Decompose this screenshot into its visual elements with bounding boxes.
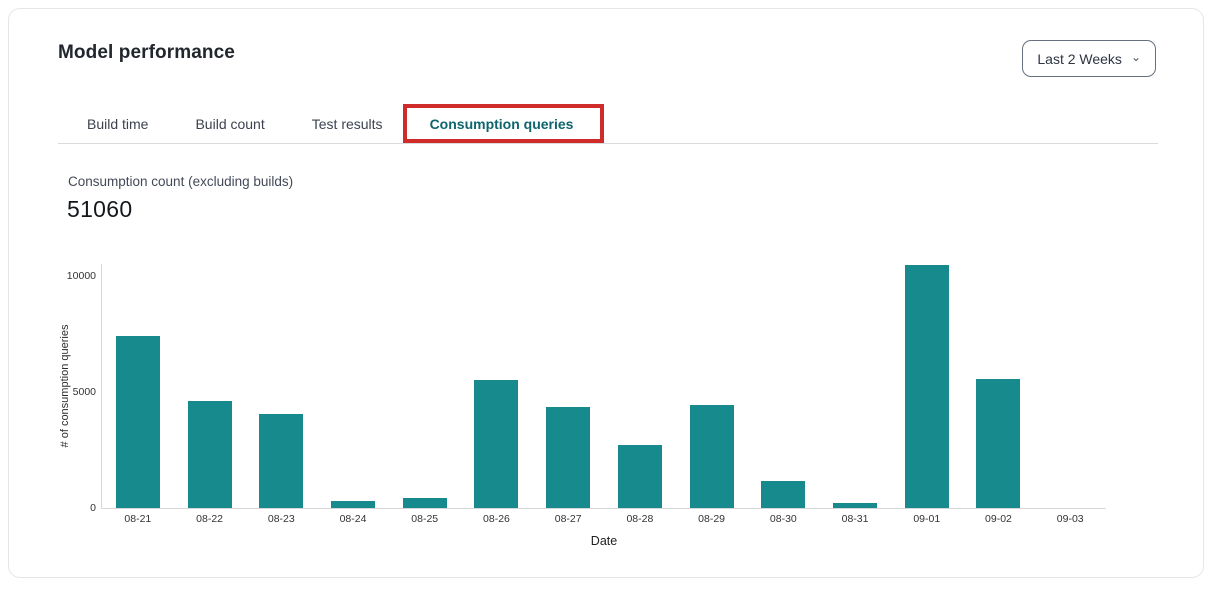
bar-08-22 [188,401,232,508]
bar-slot-08-21 [102,264,174,508]
bar-slot-08-22 [174,264,246,508]
bar-slot-08-26 [461,264,533,508]
x-tick-label-09-02: 09-02 [963,513,1035,525]
x-axis-labels: 08-2108-2208-2308-2408-2508-2608-2708-28… [102,513,1106,525]
bar-09-02 [976,379,1020,508]
bar-08-25 [403,498,447,508]
tab-consumption-queries-label: Consumption queries [430,116,574,132]
bar-slot-08-28 [604,264,676,508]
y-axis-title: # of consumption queries [59,325,71,448]
x-axis-title: Date [102,534,1106,548]
y-tick-label-10000: 10000 [67,270,96,282]
bar-08-23 [259,414,303,508]
tab-test-results[interactable]: Test results [312,116,383,132]
page-title: Model performance [58,42,235,64]
metric-label: Consumption count (excluding builds) [68,174,293,189]
x-tick-label-08-27: 08-27 [532,513,604,525]
y-tick-label-5000: 5000 [73,386,96,398]
y-tick-label-0: 0 [90,502,96,514]
bar-08-30 [761,481,805,508]
consumption-queries-chart: # of consumption queries 08-2108-2208-23… [101,264,1106,509]
x-tick-label-08-25: 08-25 [389,513,461,525]
x-tick-label-08-24: 08-24 [317,513,389,525]
x-tick-label-08-29: 08-29 [676,513,748,525]
bar-slot-09-02 [963,264,1035,508]
tab-build-time[interactable]: Build time [87,116,148,132]
x-tick-label-08-26: 08-26 [461,513,533,525]
bar-08-21 [116,336,160,508]
bar-slot-08-25 [389,264,461,508]
chevron-down-icon: ⌄ [1131,51,1141,63]
x-tick-label-08-23: 08-23 [245,513,317,525]
x-tick-label-08-31: 08-31 [819,513,891,525]
model-performance-card: Model performance Last 2 Weeks ⌄ Build t… [8,8,1204,578]
bar-slot-09-01 [891,264,963,508]
bar-08-27 [546,407,590,508]
metric-value: 51060 [67,196,132,223]
x-tick-label-09-03: 09-03 [1034,513,1106,525]
plot-area [102,264,1106,508]
date-range-dropdown[interactable]: Last 2 Weeks ⌄ [1022,40,1156,77]
x-tick-label-08-28: 08-28 [604,513,676,525]
bar-08-29 [690,405,734,508]
bar-08-28 [618,445,662,508]
bar-slot-08-30 [747,264,819,508]
tabs-bar: Build time Build count Test results Cons… [58,105,1158,144]
bar-09-01 [905,265,949,508]
x-tick-label-08-30: 08-30 [747,513,819,525]
page: Model performance Last 2 Weeks ⌄ Build t… [0,0,1228,590]
x-tick-label-09-01: 09-01 [891,513,963,525]
date-range-label: Last 2 Weeks [1037,51,1122,67]
tab-consumption-queries[interactable]: Consumption queries [430,116,574,132]
x-tick-label-08-21: 08-21 [102,513,174,525]
bar-slot-08-29 [676,264,748,508]
x-tick-label-08-22: 08-22 [174,513,246,525]
bar-slot-08-27 [532,264,604,508]
bar-slot-08-31 [819,264,891,508]
bar-slot-09-03 [1034,264,1106,508]
bar-slot-08-23 [245,264,317,508]
bar-08-26 [474,380,518,508]
bar-slot-08-24 [317,264,389,508]
tab-build-count[interactable]: Build count [195,116,264,132]
bar-08-31 [833,503,877,508]
bar-08-24 [331,501,375,508]
